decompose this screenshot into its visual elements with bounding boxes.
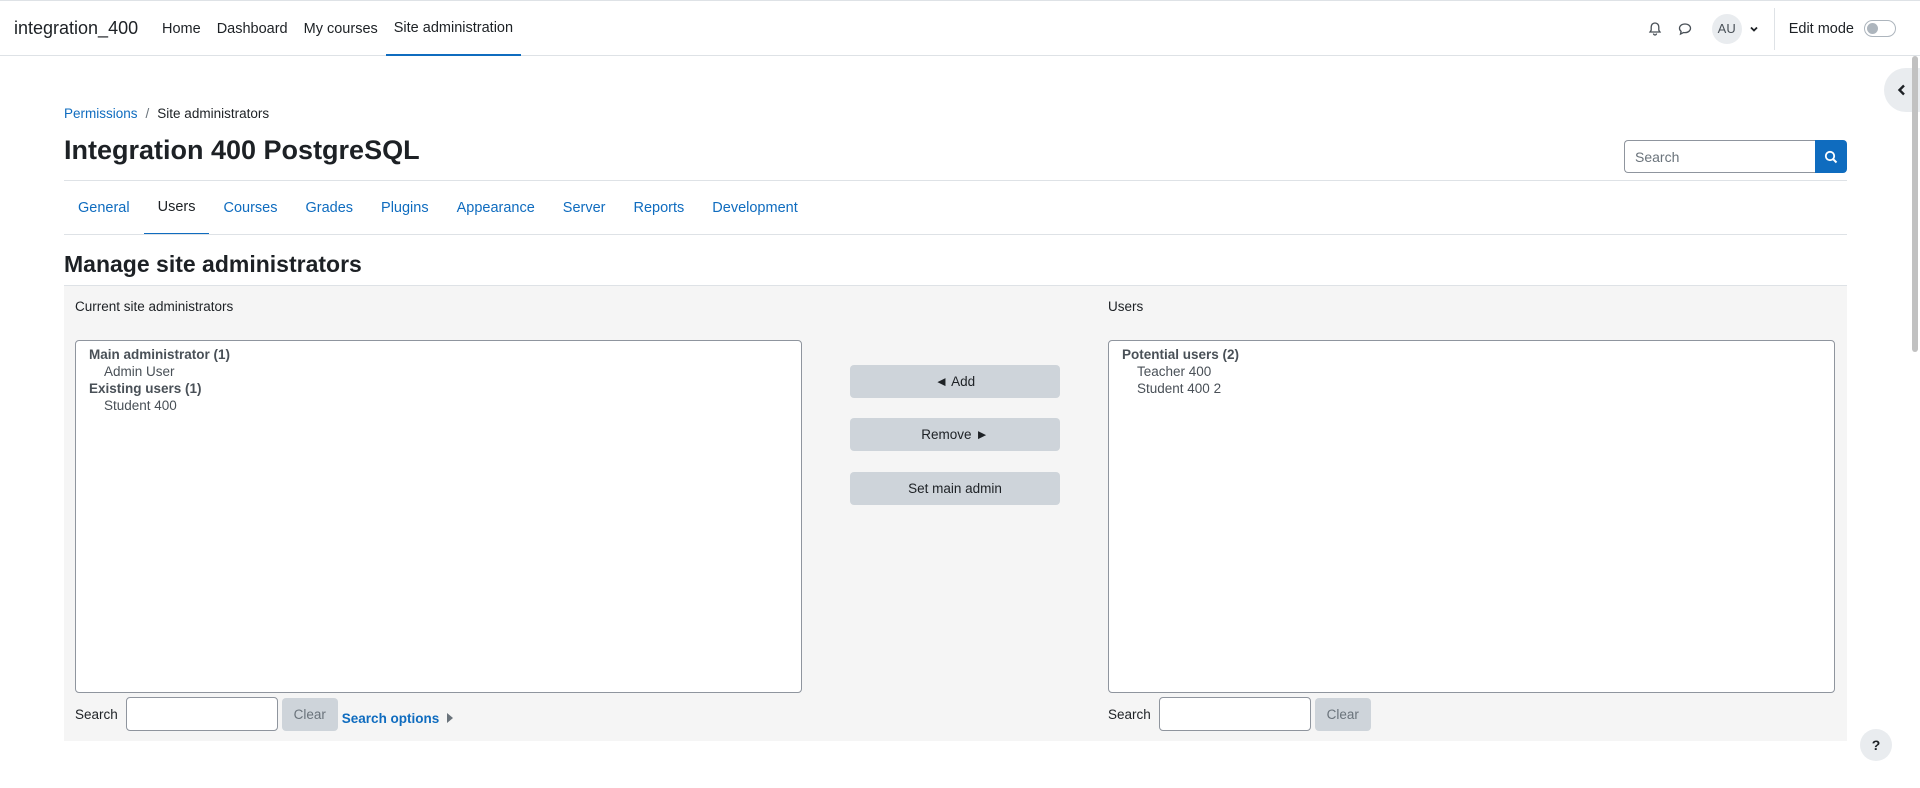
section-title: Manage site administrators bbox=[64, 251, 362, 277]
admin-search-button[interactable] bbox=[1815, 140, 1847, 173]
chevron-down-icon[interactable] bbox=[1744, 14, 1764, 44]
potential-search-input[interactable] bbox=[1158, 697, 1311, 731]
optgroup-existing-users: Existing users (1) bbox=[89, 381, 202, 396]
potential-users-listbox[interactable]: Potential users (2) Teacher 400 Student … bbox=[1108, 340, 1835, 693]
tabs-divider bbox=[64, 234, 1847, 235]
current-search-label: Search bbox=[75, 706, 118, 722]
navbar-divider bbox=[1773, 7, 1775, 50]
admin-tabs: General Users Courses Grades Plugins App… bbox=[64, 181, 812, 235]
option-student-400-2[interactable]: Student 400 2 bbox=[1109, 380, 1834, 397]
tab-appearance[interactable]: Appearance bbox=[443, 181, 549, 235]
nav-dashboard[interactable]: Dashboard bbox=[209, 1, 296, 56]
search-options-toggle[interactable]: Search options bbox=[342, 711, 454, 726]
potential-clear-button[interactable]: Clear bbox=[1314, 697, 1371, 731]
site-brand[interactable]: integration_400 bbox=[14, 18, 138, 39]
option-teacher-400[interactable]: Teacher 400 bbox=[1109, 363, 1834, 380]
option-student-400[interactable]: Student 400 bbox=[76, 397, 801, 414]
optgroup-potential-users: Potential users (2) bbox=[1122, 347, 1240, 362]
caret-right-icon bbox=[447, 713, 454, 723]
admin-search bbox=[1624, 140, 1847, 173]
navbar-right: AU Edit mode bbox=[1640, 1, 1920, 56]
tab-plugins[interactable]: Plugins bbox=[367, 181, 443, 235]
breadcrumb-separator: / bbox=[145, 106, 150, 121]
breadcrumb-permissions[interactable]: Permissions bbox=[64, 106, 138, 121]
bell-icon[interactable] bbox=[1640, 14, 1670, 44]
current-clear-button[interactable]: Clear bbox=[281, 697, 338, 731]
set-main-admin-button[interactable]: Set main admin bbox=[850, 472, 1060, 505]
tab-server[interactable]: Server bbox=[549, 181, 620, 235]
tab-courses[interactable]: Courses bbox=[209, 181, 291, 235]
nav-home[interactable]: Home bbox=[154, 1, 209, 56]
page-scrollbar[interactable] bbox=[1912, 56, 1918, 352]
potential-users-label: Users bbox=[1108, 299, 1144, 314]
edit-mode-toggle[interactable] bbox=[1864, 20, 1896, 37]
current-admins-listbox[interactable]: Main administrator (1) Admin User Existi… bbox=[75, 340, 802, 693]
add-button[interactable]: ◄ Add bbox=[850, 365, 1060, 398]
top-navbar: integration_400 Home Dashboard My course… bbox=[0, 0, 1920, 56]
primary-navigation: Home Dashboard My courses Site administr… bbox=[154, 1, 522, 56]
option-admin-user[interactable]: Admin User bbox=[76, 363, 801, 380]
page-title: Integration 400 PostgreSQL bbox=[64, 135, 420, 165]
current-search-row: Search Clear Search options bbox=[75, 697, 454, 731]
chat-bubble-icon[interactable] bbox=[1670, 14, 1700, 44]
current-search-input[interactable] bbox=[125, 697, 278, 731]
current-admins-label: Current site administrators bbox=[75, 299, 234, 314]
admin-search-input[interactable] bbox=[1624, 140, 1815, 173]
breadcrumb: Permissions / Site administrators bbox=[64, 106, 269, 121]
admin-selector-panel: Current site administrators Main adminis… bbox=[64, 285, 1847, 741]
potential-search-label: Search bbox=[1108, 706, 1151, 722]
potential-search-row: Search Clear bbox=[1108, 697, 1371, 731]
tab-development[interactable]: Development bbox=[698, 181, 811, 235]
optgroup-main-admin: Main administrator (1) bbox=[89, 347, 231, 362]
nav-site-administration[interactable]: Site administration bbox=[385, 1, 522, 56]
tab-general[interactable]: General bbox=[64, 181, 144, 235]
tab-grades[interactable]: Grades bbox=[291, 181, 367, 235]
help-button[interactable]: ? bbox=[1860, 729, 1892, 761]
remove-button[interactable]: Remove ► bbox=[850, 418, 1060, 451]
tab-users[interactable]: Users bbox=[143, 181, 210, 235]
edit-mode-label: Edit mode bbox=[1788, 20, 1854, 37]
breadcrumb-current: Site administrators bbox=[157, 106, 270, 121]
search-icon bbox=[1824, 150, 1838, 163]
search-options-label: Search options bbox=[341, 710, 440, 726]
chevron-left-icon bbox=[1897, 84, 1905, 96]
tab-reports[interactable]: Reports bbox=[620, 181, 699, 235]
nav-my-courses[interactable]: My courses bbox=[296, 1, 386, 56]
user-avatar[interactable]: AU bbox=[1711, 13, 1742, 44]
